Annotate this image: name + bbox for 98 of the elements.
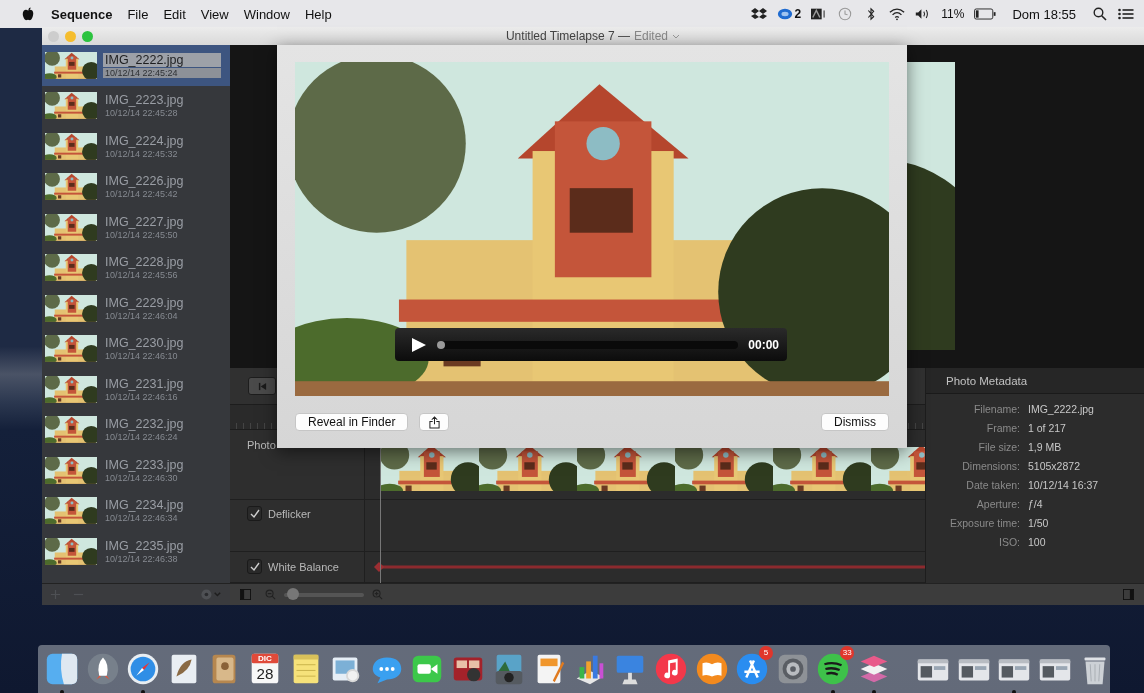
file-name: IMG_2226.jpg [104,174,185,189]
dismiss-button[interactable]: Dismiss [821,413,889,431]
photo-list-item[interactable]: IMG_2224.jpg 10/12/14 22:45:32 [42,126,230,167]
menu-item[interactable]: Edit [163,6,186,22]
file-name: IMG_2227.jpg [104,214,185,229]
field-value: IMG_2222.jpg [1028,402,1095,417]
track-label: Deflicker [268,507,311,522]
field-value: 1 of 217 [1028,421,1067,436]
menu-clock[interactable]: Dom 18:55 [1012,6,1076,22]
photo-list-item[interactable]: IMG_2234.jpg 10/12/14 22:46:34 [42,490,230,531]
file-date: 10/12/14 22:46:38 [104,553,179,564]
sidebar-toggle-icon[interactable] [240,589,251,600]
field-label: Dimensions: [961,459,1020,474]
checkmark-icon [248,560,261,573]
apple-icon[interactable] [20,7,36,21]
search-icon[interactable] [1092,7,1108,21]
menu-item[interactable]: View [200,6,229,22]
calendar-day: 28 [256,664,274,682]
photo-list-item[interactable]: IMG_2232.jpg 10/12/14 22:46:24 [42,409,230,450]
field-value: 10/12/14 16:37 [1028,478,1100,493]
photo-list-item[interactable]: IMG_2228.jpg 10/12/14 22:45:56 [42,247,230,288]
play-icon[interactable] [411,336,427,353]
file-date: 10/12/14 22:46:10 [104,351,179,362]
file-name: IMG_2223.jpg [104,93,185,108]
file-name: IMG_2230.jpg [104,336,185,351]
notification-count: 2 [794,7,802,21]
share-icon [428,415,440,429]
file-date: 10/12/14 22:46:24 [104,432,179,443]
panel-title: Photo Metadata [946,374,1028,387]
document-status[interactable]: Edited [634,29,669,43]
file-date: 10/12/14 22:45:50 [104,229,179,240]
track-label: White Balance [268,560,339,575]
file-date: 10/12/14 22:45:42 [104,189,179,200]
app-status-icon[interactable] [811,7,828,21]
field-value: 1/50 [1028,516,1050,531]
photo-list-item[interactable]: IMG_2223.jpg 10/12/14 22:45:28 [42,85,230,126]
slider-thumb[interactable] [287,587,300,600]
photo-list-item[interactable]: IMG_2235.jpg 10/12/14 22:46:38 [42,531,230,572]
field-value: 5105x2872 [1028,459,1081,474]
go-to-start-button[interactable] [248,377,276,395]
file-date: 10/12/14 22:46:30 [104,472,179,483]
battery-percent: 11% [941,7,965,21]
file-name: IMG_2233.jpg [104,457,185,472]
photo-list-item[interactable]: IMG_2226.jpg 10/12/14 22:45:42 [42,166,230,207]
file-name: IMG_2231.jpg [104,376,185,391]
wifi-icon[interactable] [889,7,906,21]
field-label: Frame: [985,421,1020,436]
field-label: Date taken: [965,478,1020,493]
battery-icon[interactable] [974,7,997,21]
file-date: 10/12/14 22:46:04 [104,310,179,321]
progress-thumb[interactable] [437,340,445,349]
file-date: 10/12/14 22:45:56 [104,270,179,281]
reveal-in-finder-button[interactable]: Reveal in Finder [295,413,409,431]
notification-badge: 5 [759,646,774,660]
file-name: IMG_2229.jpg [104,295,185,310]
track-label: Photo [247,438,276,453]
skip-back-icon [257,381,267,391]
menu-item[interactable]: File [127,6,149,22]
window-title: Untitled Timelapse 7 — [505,29,630,43]
file-name: IMG_2232.jpg [104,417,185,432]
file-date: 10/12/14 22:45:24 [103,67,221,78]
file-name: IMG_2224.jpg [104,133,185,148]
file-name: IMG_2234.jpg [104,498,185,513]
photo-list-item[interactable]: IMG_2229.jpg 10/12/14 22:46:04 [42,288,230,329]
photo-list-item[interactable]: IMG_2227.jpg 10/12/14 22:45:50 [42,207,230,248]
photo-list-item[interactable]: IMG_2233.jpg 10/12/14 22:46:30 [42,450,230,491]
menu-item[interactable]: Window [243,6,290,22]
file-date: 10/12/14 22:46:16 [104,391,179,402]
file-date: 10/12/14 22:45:28 [104,108,179,119]
field-value: ƒ/4 [1028,497,1044,512]
notification-badge: 33 [840,646,855,660]
file-name: IMG_2235.jpg [104,538,185,553]
progress-track[interactable] [437,340,739,349]
photo-list-item[interactable]: IMG_2231.jpg 10/12/14 22:46:16 [42,369,230,410]
field-label: File size: [977,440,1020,455]
cloud-icon[interactable] [776,7,793,21]
field-value: 1,9 MB [1028,440,1063,455]
field-label: Filename: [972,402,1020,417]
menu-app-name[interactable]: Sequence [51,6,113,22]
file-date: 10/12/14 22:45:32 [104,148,179,159]
time-readout: 00:00 [748,337,779,352]
field-value: 100 [1028,535,1047,550]
list-icon[interactable] [1118,7,1134,21]
share-button[interactable] [419,413,450,431]
field-label: Aperture: [975,497,1020,512]
track-checkbox[interactable] [247,559,262,574]
photo-list-item[interactable]: IMG_2222.jpg 10/12/14 22:45:24 [42,45,230,86]
track-checkbox[interactable] [247,506,262,521]
file-name: IMG_2228.jpg [104,255,185,270]
menu-item[interactable]: Help [305,6,332,22]
file-date: 10/12/14 22:46:34 [104,513,179,524]
checkmark-icon [248,507,261,520]
dropbox-icon[interactable] [750,7,767,21]
panel-toggle-icon[interactable] [1123,589,1134,600]
photo-list-item[interactable]: IMG_2230.jpg 10/12/14 22:46:10 [42,328,230,369]
field-label: ISO: [998,535,1020,550]
file-name: IMG_2222.jpg [103,52,221,67]
field-label: Exposure time: [948,516,1020,531]
